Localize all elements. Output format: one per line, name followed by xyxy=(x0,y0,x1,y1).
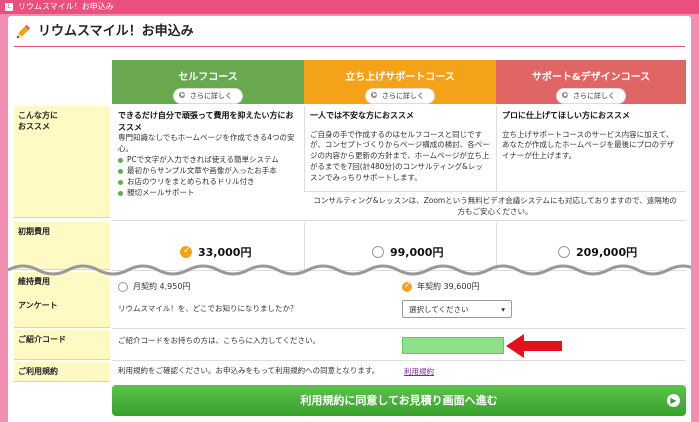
initial-self-option[interactable]: 33,000円 xyxy=(180,244,251,260)
self-more-button[interactable]: ▶ さらに詳しく xyxy=(173,88,243,104)
design-recommend-desc: 立ち上げサポートコースのサービス内容に加えて、あなたが作成したホームページを最後… xyxy=(502,129,675,161)
initial-self-price: 33,000円 xyxy=(198,246,252,259)
terms-link[interactable]: 利用規約 xyxy=(404,366,434,377)
survey-select-value: 選択してください xyxy=(409,304,469,314)
yearly-option[interactable]: 年契約 39,600円 xyxy=(402,281,480,292)
survey-question: リウムスマイル！を、どこでお知りになりましたか？ xyxy=(118,304,298,313)
self-recommend-desc: 専門知識なしでもホームページを作成できる4つの安心。 xyxy=(118,133,295,154)
terms-text: 利用規約をご確認ください。お申込みをもって利用規約への同意となります。 xyxy=(118,366,380,375)
radio-launch[interactable] xyxy=(372,246,384,258)
divider xyxy=(304,106,305,192)
zoom-note: コンサルティング&レッスンは、Zoomという無料ビデオ会議システムにも対応してお… xyxy=(313,196,677,216)
divider xyxy=(304,191,686,192)
pencil-icon xyxy=(16,24,31,39)
yearly-price: 年契約 39,600円 xyxy=(417,282,480,291)
radio-yearly[interactable] xyxy=(402,281,412,292)
page-heading: リウムスマイル！お申込み xyxy=(14,22,194,42)
survey-label: アンケート xyxy=(14,296,110,328)
page-title: リウムスマイル！お申込み xyxy=(38,24,194,39)
design-recommend-title: プロに仕上げてほしい方におススメ xyxy=(502,111,630,120)
window-titlebar: L リウムスマイル！お申込み xyxy=(0,0,699,14)
divider xyxy=(112,220,686,221)
divider xyxy=(112,328,686,329)
initial-launch-price: 99,000円 xyxy=(390,246,444,259)
heading-rule xyxy=(14,46,685,47)
initial-design-option[interactable]: 209,000円 xyxy=(558,244,637,260)
chevron-down-icon: ▾ xyxy=(501,304,505,314)
list-item: 親切メールサポート xyxy=(118,188,298,199)
referral-label: ご紹介コード xyxy=(14,330,110,360)
app-icon: L xyxy=(5,3,13,11)
radio-monthly[interactable] xyxy=(118,281,128,292)
monthly-price: 月契約 4,950円 xyxy=(133,282,191,291)
list-item: お店のウリをまとめられるドリル付き xyxy=(118,177,298,188)
list-item: PCで文字が入力できれば使える簡単システム xyxy=(118,155,298,166)
self-recommend: できるだけ自分で頑張って費用を抑えたい方におススメ 専門知識なしでもホームページ… xyxy=(112,106,304,206)
recommend-label: こんな方に おススメ xyxy=(14,106,110,218)
main-panel: リウムスマイル！お申込み セルフコース ▶ さらに詳しく 立ち上げサポートコース … xyxy=(8,16,691,422)
submit-label: 利用規約に同意してお見積り画面へ進む xyxy=(300,394,498,407)
referral-prompt: ご紹介コードをお持ちの方は、こちらに入力してください。 xyxy=(118,336,321,345)
launch-recommend-desc: ご自身の手で作成するのはセルフコースと同じですが、コンセプトづくりからページ構成… xyxy=(310,129,490,183)
course-header-design: サポート&デザインコース ▶ さらに詳しく xyxy=(496,60,686,104)
referral-code-input[interactable] xyxy=(402,337,504,354)
launch-recommend-title: 一人では不安な方におススメ xyxy=(310,111,414,120)
divider xyxy=(496,106,497,192)
course-header-self: セルフコース ▶ さらに詳しく xyxy=(112,60,304,104)
window-title: リウムスマイル！お申込み xyxy=(18,2,114,11)
chevron-right-icon: ▶ xyxy=(667,394,680,407)
survey-select[interactable]: 選択してください ▾ xyxy=(402,300,512,318)
course-name-design: サポート&デザインコース xyxy=(531,72,651,83)
design-more-button[interactable]: ▶ さらに詳しく xyxy=(556,88,626,104)
launch-more-button[interactable]: ▶ さらに詳しく xyxy=(365,88,435,104)
terms-label: ご利用規約 xyxy=(14,362,110,382)
course-name-launch: 立ち上げサポートコース xyxy=(345,72,455,83)
monthly-option[interactable]: 月契約 4,950円 xyxy=(118,281,190,292)
course-header-launch: 立ち上げサポートコース ▶ さらに詳しく xyxy=(304,60,496,104)
list-item: 最初からサンプル文章や画像が入ったお手本 xyxy=(118,166,298,177)
course-name-self: セルフコース xyxy=(178,72,238,83)
divider xyxy=(112,360,686,361)
wave-separator xyxy=(8,264,691,276)
self-recommend-title: できるだけ自分で頑張って費用を抑えたい方におススメ xyxy=(118,111,294,132)
arrow-left-icon xyxy=(506,334,562,358)
initial-design-price: 209,000円 xyxy=(576,246,638,259)
initial-launch-option[interactable]: 99,000円 xyxy=(372,244,443,260)
submit-button[interactable]: 利用規約に同意してお見積り画面へ進む ▶ xyxy=(112,385,686,416)
radio-self[interactable] xyxy=(180,246,192,258)
radio-design[interactable] xyxy=(558,246,570,258)
